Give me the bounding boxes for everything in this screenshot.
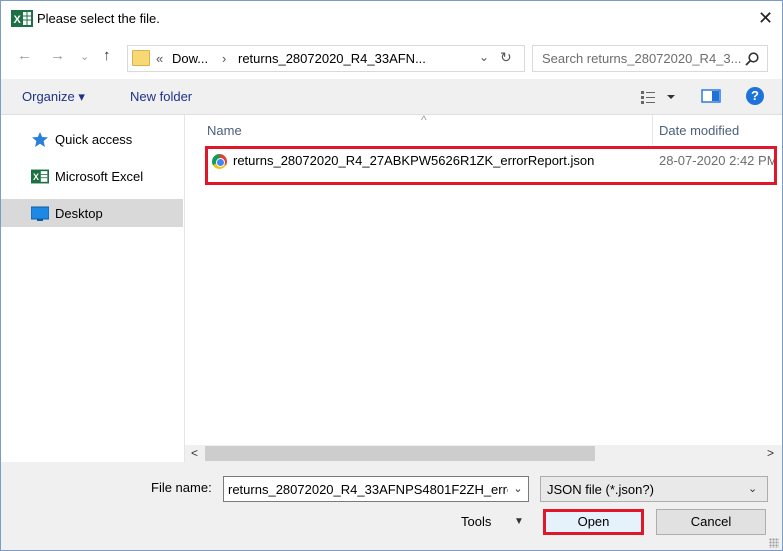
recent-locations-button[interactable]: ⌄: [80, 49, 89, 65]
back-button[interactable]: ←: [17, 48, 32, 64]
file-row[interactable]: returns_28072020_R4_27ABKPW5626R1ZK_erro…: [205, 149, 782, 173]
search-icon[interactable]: [744, 51, 760, 67]
address-dropdown-button[interactable]: ⌄: [479, 50, 489, 64]
file-name-field[interactable]: returns_28072020_R4_33AFNPS4801F2ZH_erro…: [223, 476, 529, 502]
column-divider[interactable]: [652, 115, 653, 145]
sidebar-item-desktop[interactable]: Desktop: [1, 199, 183, 227]
search-box[interactable]: Search returns_28072020_R4_3...: [532, 45, 768, 72]
sidebar-item-quick-access[interactable]: Quick access: [1, 125, 183, 153]
breadcrumb-downloads[interactable]: Dow...: [172, 51, 208, 66]
close-button[interactable]: ✕: [749, 1, 782, 35]
breadcrumb-separator[interactable]: ›: [222, 51, 226, 66]
sidebar-item-label: Quick access: [55, 132, 133, 147]
excel-icon: X: [31, 169, 49, 184]
dialog-footer: File name: returns_28072020_R4_33AFNPS48…: [1, 462, 782, 550]
scroll-left-button[interactable]: <: [191, 446, 198, 460]
file-list: ^ Name Date modified returns_28072020_R4…: [185, 113, 782, 445]
horizontal-scrollbar[interactable]: < >: [185, 445, 782, 462]
up-button[interactable]: ↑: [103, 48, 111, 64]
scroll-right-button[interactable]: >: [767, 446, 774, 460]
sidebar-item-label: Microsoft Excel: [55, 169, 144, 184]
scrollbar-thumb[interactable]: [205, 446, 595, 461]
desktop-icon: [31, 206, 49, 221]
breadcrumb-current-folder[interactable]: returns_28072020_R4_33AFN...: [238, 51, 426, 66]
address-bar[interactable]: « Dow... › returns_28072020_R4_33AFN... …: [127, 45, 525, 72]
resize-grip[interactable]: [769, 538, 779, 548]
refresh-button[interactable]: ↻: [500, 49, 512, 66]
sort-ascending-icon: ^: [421, 113, 427, 127]
tools-button[interactable]: Tools: [461, 514, 491, 529]
file-name-dropdown-button[interactable]: ⌄: [508, 477, 528, 501]
sidebar-item-label: Desktop: [55, 206, 103, 221]
file-date-modified: 28-07-2020 2:42 PM: [659, 153, 778, 168]
change-view-icon[interactable]: [641, 89, 681, 105]
folder-icon: [132, 50, 150, 66]
navigation-bar: ← → ⌄ ↑ « Dow... › returns_28072020_R4_3…: [1, 37, 782, 79]
command-bar: Organize ▾ New folder ?: [1, 79, 782, 115]
file-name[interactable]: returns_28072020_R4_27ABKPW5626R1ZK_erro…: [233, 153, 594, 168]
svg-text:X: X: [33, 172, 39, 182]
forward-button[interactable]: →: [50, 48, 65, 64]
column-header-date-modified[interactable]: Date modified: [659, 123, 739, 138]
excel-icon: X: [11, 10, 33, 27]
title-bar: X Please select the file. ✕: [1, 1, 782, 37]
preview-pane-icon[interactable]: [701, 88, 721, 104]
chevron-down-icon[interactable]: ⌄: [748, 482, 757, 495]
sidebar-item-microsoft-excel[interactable]: X Microsoft Excel: [1, 162, 183, 190]
column-header-name[interactable]: Name: [207, 123, 242, 138]
chrome-icon: [212, 154, 227, 169]
organize-button[interactable]: Organize ▾: [22, 89, 85, 105]
navigation-pane: Quick access X Microsoft Excel Desktop: [1, 115, 185, 463]
help-icon[interactable]: ?: [746, 87, 764, 105]
tools-dropdown-icon[interactable]: ▼: [514, 516, 524, 527]
file-type-value[interactable]: JSON file (*.json?): [547, 482, 654, 497]
window-title: Please select the file.: [37, 11, 160, 26]
new-folder-button[interactable]: New folder: [130, 89, 192, 104]
star-icon: [32, 132, 48, 147]
svg-text:X: X: [14, 14, 22, 26]
file-name-value[interactable]: returns_28072020_R4_33AFNPS4801F2ZH_erro…: [228, 482, 528, 497]
file-type-select[interactable]: JSON file (*.json?) ⌄: [540, 476, 768, 502]
cancel-button[interactable]: Cancel: [656, 509, 766, 535]
address-overflow[interactable]: «: [156, 51, 163, 66]
file-open-dialog: X Please select the file. ✕ ← → ⌄ ↑ « Do…: [0, 0, 783, 551]
open-button[interactable]: Open: [543, 509, 644, 535]
search-placeholder[interactable]: Search returns_28072020_R4_3...: [542, 51, 741, 66]
file-name-label: File name:: [151, 480, 212, 495]
